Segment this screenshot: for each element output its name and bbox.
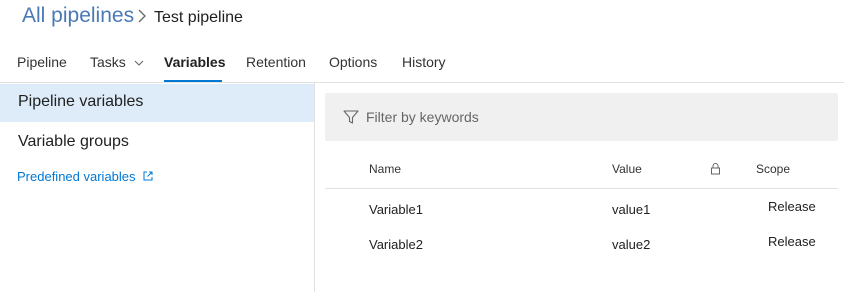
filter-icon: [343, 110, 359, 124]
predefined-variables-label: Predefined variables: [17, 169, 136, 184]
variable-name[interactable]: Variable1: [369, 202, 423, 217]
tab-tasks-label: Tasks: [90, 54, 126, 70]
variable-scope[interactable]: Release: [768, 199, 816, 214]
column-header-scope[interactable]: Scope: [756, 162, 790, 176]
table-header-divider: [325, 188, 838, 189]
tab-pipeline[interactable]: Pipeline: [17, 54, 67, 70]
variable-value[interactable]: value2: [612, 237, 650, 252]
tab-retention[interactable]: Retention: [246, 54, 306, 70]
tabs-divider: [0, 82, 844, 83]
chevron-right-icon: [138, 9, 146, 23]
breadcrumb-all-pipelines-link[interactable]: All pipelines: [22, 4, 134, 28]
table-row[interactable]: Variable1 value1 Release: [325, 192, 838, 226]
filter-input[interactable]: [366, 104, 826, 130]
tab-history[interactable]: History: [402, 54, 446, 70]
tab-variables[interactable]: Variables: [164, 54, 226, 70]
variable-scope[interactable]: Release: [768, 234, 816, 249]
sidebar-item-label: Variable groups: [18, 133, 129, 150]
column-header-name[interactable]: Name: [369, 162, 401, 176]
sidebar-item-label: Pipeline variables: [18, 93, 144, 110]
variable-name[interactable]: Variable2: [369, 237, 423, 252]
predefined-variables-link[interactable]: Predefined variables: [17, 169, 153, 184]
sidebar-item-pipeline-variables[interactable]: Pipeline variables: [0, 84, 314, 122]
column-header-value[interactable]: Value: [612, 162, 642, 176]
tab-tasks[interactable]: Tasks: [90, 54, 144, 70]
lock-icon: [711, 163, 720, 175]
tab-options[interactable]: Options: [329, 54, 377, 70]
page-title: Test pipeline: [154, 9, 243, 26]
chevron-down-icon: [134, 60, 144, 67]
sidebar-item-variable-groups[interactable]: Variable groups: [0, 124, 314, 162]
tab-bar: Pipeline Tasks Variables Retention Optio…: [0, 48, 844, 82]
sidebar-divider: [314, 83, 315, 292]
variable-value[interactable]: value1: [612, 202, 650, 217]
external-link-icon: [143, 171, 153, 181]
table-row[interactable]: Variable2 value2 Release: [325, 227, 838, 261]
